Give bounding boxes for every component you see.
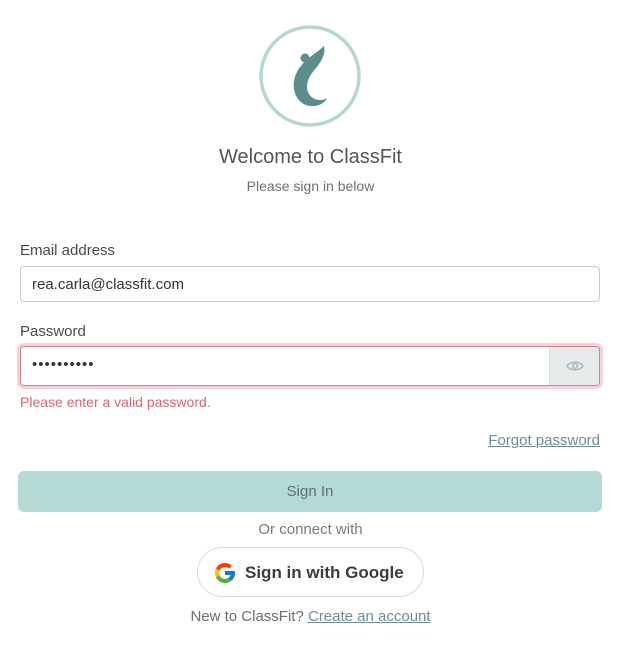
password-field[interactable]: •••••••••• [20,346,600,386]
show-password-button[interactable] [549,347,599,385]
password-label: Password [20,323,86,340]
or-connect-divider: Or connect with [258,521,363,538]
forgot-password-link[interactable]: Forgot password [488,432,600,449]
signup-prompt-text: New to ClassFit? [190,608,304,625]
password-error: Please enter a valid password. [20,394,211,410]
page-title: Welcome to ClassFit [218,146,402,168]
signup-prompt: New to ClassFit? Create an account [0,608,621,625]
email-field[interactable]: rea.carla@classfit.com [20,266,600,302]
google-sign-in-button[interactable]: Sign in with Google [197,547,424,597]
password-value: •••••••••• [32,356,95,373]
eye-icon [565,361,584,371]
page-subtitle: Please sign in below [246,178,375,194]
email-label: Email address [20,242,116,259]
google-g-icon [215,563,235,583]
classfit-logo [259,25,361,127]
sign-in-button[interactable]: Sign In [18,471,602,512]
email-value: rea.carla@classfit.com [32,276,184,293]
create-account-link[interactable]: Create an account [308,608,431,625]
login-page: Welcome to ClassFit Please sign in below… [0,0,621,648]
google-sign-in-label: Sign in with Google [245,563,404,582]
